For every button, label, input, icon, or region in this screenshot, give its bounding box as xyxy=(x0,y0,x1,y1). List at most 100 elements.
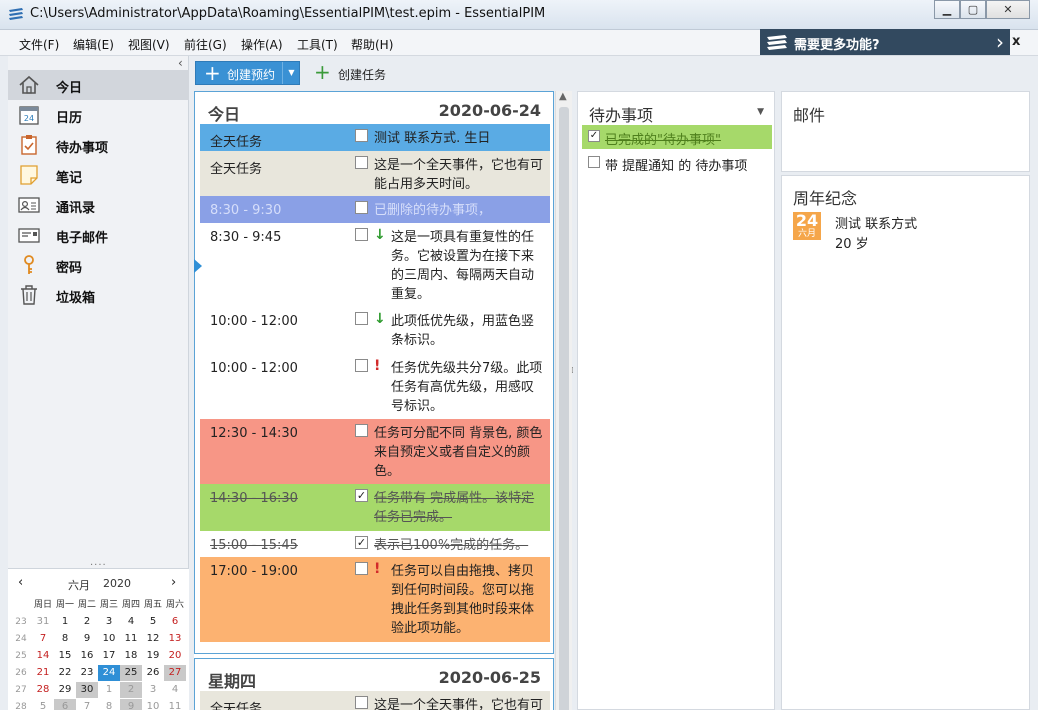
scrollbar-thumb[interactable] xyxy=(559,107,569,710)
calendar-day[interactable]: 14 xyxy=(32,648,54,664)
schedule-event[interactable]: 15:00 - 15:45 ✓ 表示已100%完成的任务。 xyxy=(200,531,550,557)
calendar-day[interactable]: 3 xyxy=(98,614,120,630)
day-pane-scrollbar[interactable]: ▲ xyxy=(555,91,572,710)
calendar-day[interactable]: 2 xyxy=(76,614,98,630)
calendar-day[interactable]: 11 xyxy=(120,631,142,647)
calendar-day[interactable]: 5 xyxy=(142,614,164,630)
calendar-day[interactable]: 29 xyxy=(54,682,76,698)
promo-close-button[interactable]: x xyxy=(1012,34,1020,49)
calendar-day[interactable]: 20 xyxy=(164,648,186,664)
calendar-day[interactable]: 21 xyxy=(32,665,54,681)
calendar-day[interactable]: 8 xyxy=(98,699,120,710)
event-checkbox[interactable]: ✓ xyxy=(355,489,368,502)
todo-item[interactable]: 带 提醒通知 的 待办事项 xyxy=(582,151,772,175)
calendar-day[interactable]: 7 xyxy=(32,631,54,647)
mini-calendar-month[interactable]: 六月 xyxy=(68,577,90,593)
calendar-day[interactable]: 31 xyxy=(32,614,54,630)
minimize-button[interactable]: ▁ xyxy=(934,0,960,19)
todo-dropdown-icon[interactable]: ▼ xyxy=(757,107,764,117)
sidebar-item-notes[interactable]: 笔记 xyxy=(8,160,189,190)
calendar-day[interactable]: 4 xyxy=(164,682,186,698)
todo-checkbox[interactable]: ✓ xyxy=(588,130,600,142)
calendar-day[interactable]: 5 xyxy=(32,699,54,710)
schedule-event[interactable]: 10:00 - 12:00 ↓ 此项低优先级，用蓝色竖条标识。 xyxy=(200,307,550,354)
schedule-event[interactable]: 10:00 - 12:00! 任务优先级共分7级。此项任务有高优先级，用感叹号标识… xyxy=(200,354,550,419)
sidebar-item-calendar[interactable]: 24 日历 xyxy=(8,100,189,130)
calendar-day[interactable]: 12 xyxy=(142,631,164,647)
schedule-event[interactable]: 8:30 - 9:30 已删除的待办事项， xyxy=(200,196,550,223)
mini-calendar-year[interactable]: 2020 xyxy=(103,577,131,590)
anniversary-contact-name[interactable]: 测试 联系方式 xyxy=(835,213,917,232)
calendar-day[interactable]: 9 xyxy=(120,699,142,710)
sidebar-item-passwords[interactable]: 密码 xyxy=(8,250,189,280)
scroll-up-icon[interactable]: ▲ xyxy=(559,91,567,102)
schedule-event[interactable]: 全天任务 测试 联系方式. 生日 xyxy=(200,124,550,151)
event-checkbox[interactable] xyxy=(355,312,368,325)
day-date[interactable]: 2020-06-24 xyxy=(439,101,541,120)
calendar-day[interactable]: 17 xyxy=(98,648,120,664)
calendar-day[interactable]: 19 xyxy=(142,648,164,664)
event-checkbox[interactable] xyxy=(355,129,368,142)
new-appointment-button[interactable]: + 创建预约 ▼ xyxy=(195,61,300,85)
schedule-event[interactable]: 17:00 - 19:00! 任务可以自由拖拽、拷贝到任何时间段。您可以拖拽此任务… xyxy=(200,557,550,642)
sidebar-item-tasks[interactable]: 待办事项 xyxy=(8,130,189,160)
calendar-day[interactable]: 11 xyxy=(164,699,186,710)
calendar-day[interactable]: 10 xyxy=(98,631,120,647)
calendar-day[interactable]: 8 xyxy=(54,631,76,647)
calendar-day[interactable]: 1 xyxy=(98,682,120,698)
event-checkbox[interactable] xyxy=(355,228,368,241)
dropdown-arrow-icon[interactable]: ▼ xyxy=(282,62,300,84)
todo-item[interactable]: ✓ 已完成的"待办事项" xyxy=(582,125,772,149)
calendar-day[interactable]: 4 xyxy=(120,614,142,630)
calendar-day[interactable]: 27 xyxy=(164,665,186,681)
sidebar-item-contacts[interactable]: 通讯录 xyxy=(8,190,189,220)
menu-file[interactable]: 文件(F) xyxy=(19,36,59,53)
chevron-right-icon[interactable]: › xyxy=(996,30,1004,54)
event-checkbox[interactable] xyxy=(355,359,368,372)
calendar-day[interactable]: 30 xyxy=(76,682,98,698)
schedule-event[interactable]: 全天任务 这是一个全天事件，它也有可 xyxy=(200,691,550,710)
calendar-day[interactable]: 13 xyxy=(164,631,186,647)
menu-go[interactable]: 前往(G) xyxy=(184,36,227,53)
day-date[interactable]: 2020-06-25 xyxy=(439,668,541,687)
calendar-day[interactable]: 2 xyxy=(120,682,142,698)
todo-checkbox[interactable] xyxy=(588,156,600,168)
calendar-day[interactable]: 15 xyxy=(54,648,76,664)
splitter-grip-icon[interactable]: ⁞ xyxy=(571,366,574,376)
event-checkbox[interactable] xyxy=(355,562,368,575)
upgrade-promo-banner[interactable]: 需要更多功能? › xyxy=(760,29,1010,55)
event-checkbox[interactable] xyxy=(355,201,368,214)
event-checkbox[interactable] xyxy=(355,424,368,437)
schedule-event[interactable]: 全天任务 这是一个全天事件，它也有可能占用多天时间。 xyxy=(200,151,550,196)
calendar-day[interactable]: 16 xyxy=(76,648,98,664)
menu-edit[interactable]: 编辑(E) xyxy=(73,36,114,53)
calendar-day[interactable]: 24 xyxy=(98,665,120,681)
calendar-day[interactable]: 23 xyxy=(76,665,98,681)
calendar-day[interactable]: 22 xyxy=(54,665,76,681)
schedule-event[interactable]: 14:30 - 16:30 ✓ 任务带有 完成属性。该特定任务已完成。 xyxy=(200,484,550,531)
calendar-day[interactable]: 10 xyxy=(142,699,164,710)
calendar-day[interactable]: 3 xyxy=(142,682,164,698)
calendar-day[interactable]: 26 xyxy=(142,665,164,681)
next-month-button[interactable]: › xyxy=(171,575,176,590)
prev-month-button[interactable]: ‹ xyxy=(18,575,23,590)
menu-help[interactable]: 帮助(H) xyxy=(351,36,393,53)
calendar-day[interactable]: 25 xyxy=(120,665,142,681)
calendar-day[interactable]: 28 xyxy=(32,682,54,698)
menu-view[interactable]: 视图(V) xyxy=(128,36,170,53)
calendar-day[interactable]: 6 xyxy=(54,699,76,710)
event-checkbox[interactable] xyxy=(355,696,368,709)
schedule-event[interactable]: 12:30 - 14:30 任务可分配不同 背景色, 颜色来自预定义或者自定义的颜… xyxy=(200,419,550,484)
calendar-day[interactable]: 7 xyxy=(76,699,98,710)
sidebar-item-trash[interactable]: 垃圾箱 xyxy=(8,280,189,310)
calendar-day[interactable]: 1 xyxy=(54,614,76,630)
close-window-button[interactable]: ✕ xyxy=(986,0,1030,19)
sidebar-item-email[interactable]: 电子邮件 xyxy=(8,220,189,250)
maximize-button[interactable]: ▢ xyxy=(960,0,986,19)
calendar-day[interactable]: 6 xyxy=(164,614,186,630)
schedule-event[interactable]: 8:30 - 9:45 ↓ 这是一项具有重复性的任务。它被设置为在接下来的三周内、每… xyxy=(200,223,550,307)
menu-tools[interactable]: 工具(T) xyxy=(297,36,338,53)
event-checkbox[interactable] xyxy=(355,156,368,169)
collapse-sidebar-icon[interactable]: ‹ xyxy=(178,56,183,70)
event-checkbox[interactable]: ✓ xyxy=(355,536,368,549)
